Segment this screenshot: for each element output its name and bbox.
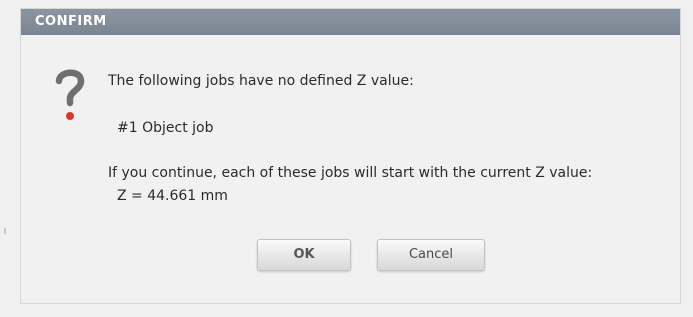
ok-button[interactable]: OK bbox=[257, 239, 351, 271]
message-line-1: The following jobs have no defined Z val… bbox=[108, 73, 414, 89]
message-line-2: If you continue, each of these jobs will… bbox=[108, 165, 593, 181]
dialog-titlebar[interactable]: CONFIRM bbox=[21, 9, 680, 35]
dialog-title: CONFIRM bbox=[35, 14, 107, 29]
background-mark bbox=[4, 228, 6, 234]
job-list-item: #1 Object job bbox=[117, 120, 214, 136]
confirm-dialog: CONFIRM The following jobs have no defin… bbox=[20, 8, 681, 304]
cancel-button[interactable]: Cancel bbox=[377, 239, 485, 271]
current-z-value: Z = 44.661 mm bbox=[117, 188, 228, 204]
question-mark-icon bbox=[55, 67, 85, 127]
